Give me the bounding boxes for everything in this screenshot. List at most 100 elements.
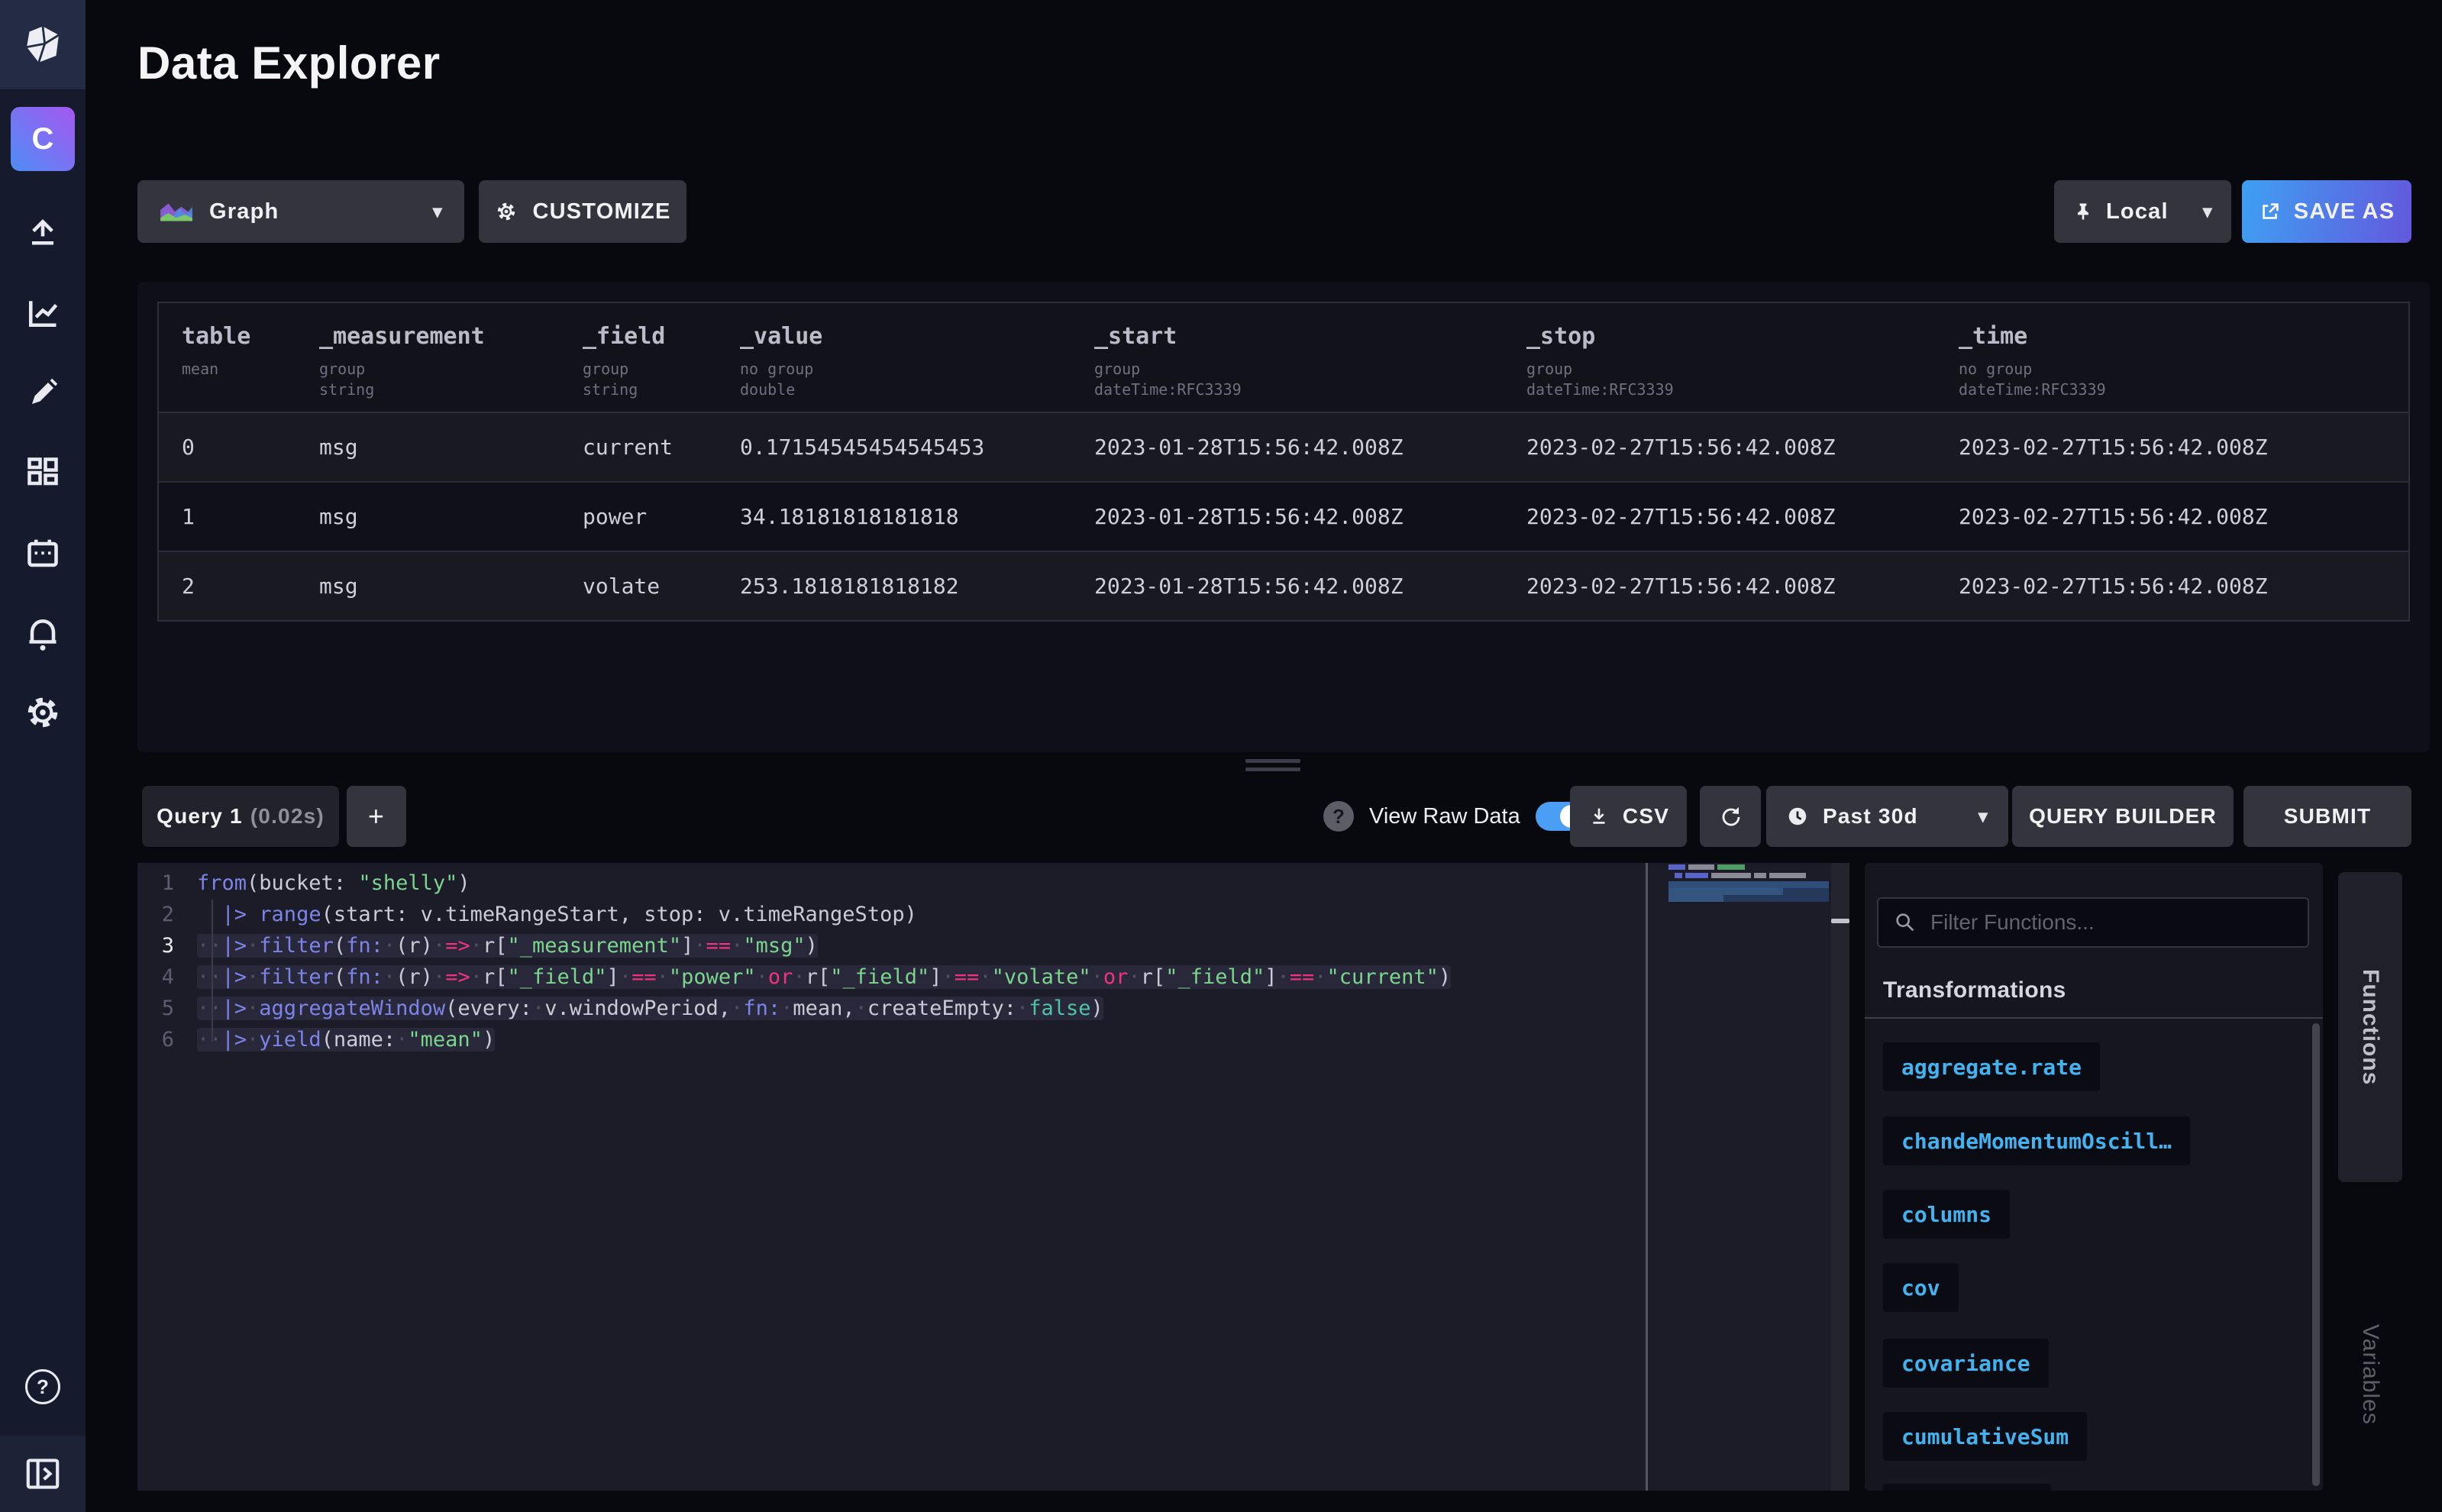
save-as-label: SAVE AS bbox=[2294, 199, 2395, 225]
function-chip[interactable]: columns bbox=[1883, 1190, 2010, 1239]
add-query-button[interactable]: + bbox=[347, 786, 406, 847]
column-header: _startgroupdateTime:RFC3339 bbox=[1094, 323, 1526, 412]
time-range-label: Past 30d bbox=[1823, 804, 1918, 829]
submit-button[interactable]: SUBMIT bbox=[2243, 786, 2411, 847]
sidebar-item-dashboards[interactable] bbox=[21, 451, 64, 494]
functions-scrollbar[interactable] bbox=[2312, 1023, 2320, 1486]
sidebar-item-settings[interactable] bbox=[21, 691, 64, 734]
query-builder-label: QUERY BUILDER bbox=[2029, 804, 2217, 829]
code-line[interactable]: 3··|>·filter(fn:·(r)·=>·r["_measurement"… bbox=[137, 930, 1849, 961]
filter-functions-placeholder: Filter Functions... bbox=[1930, 910, 2095, 935]
upload-icon bbox=[21, 212, 64, 255]
csv-button[interactable]: CSV bbox=[1570, 786, 1687, 847]
raw-table-header: tablemean_measurementgroupstring_fieldgr… bbox=[159, 303, 2408, 412]
pencil-icon bbox=[21, 372, 64, 415]
influxdb-cube-icon bbox=[21, 24, 64, 66]
column-header: tablemean bbox=[182, 323, 319, 412]
raw-table-body: 0msgcurrent0.171545454545454532023-01-28… bbox=[159, 412, 2408, 620]
chevron-down-icon: ▾ bbox=[433, 201, 443, 223]
page-title: Data Explorer bbox=[137, 37, 441, 89]
column-header: _fieldgroupstring bbox=[583, 323, 740, 412]
chevron-down-icon: ▾ bbox=[2203, 201, 2213, 223]
help-button[interactable]: ? bbox=[25, 1369, 60, 1404]
function-chip-partial[interactable] bbox=[1883, 1484, 2051, 1491]
expand-sidebar-button[interactable] bbox=[0, 1436, 86, 1512]
view-type-label: Graph bbox=[209, 199, 279, 225]
tab-functions[interactable]: Functions bbox=[2338, 872, 2402, 1182]
minimap-collapse-handle[interactable] bbox=[1831, 919, 1849, 923]
calendar-icon bbox=[21, 533, 64, 576]
chevron-down-icon: ▾ bbox=[1978, 806, 1988, 828]
tab-variables-label: Variables bbox=[2357, 1324, 2383, 1425]
function-chip[interactable]: aggregate.rate bbox=[1883, 1042, 2100, 1091]
code-line[interactable]: 6··|>·yield(name:·"mean") bbox=[137, 1024, 1849, 1055]
query-builder-button[interactable]: QUERY BUILDER bbox=[2012, 786, 2234, 847]
influxdb-logo[interactable] bbox=[0, 0, 86, 89]
sidebar: C bbox=[0, 0, 86, 1512]
code-line[interactable]: 1from(bucket: "shelly") bbox=[137, 867, 1849, 899]
refresh-icon bbox=[1718, 804, 1743, 829]
submit-label: SUBMIT bbox=[2284, 804, 2372, 829]
editor-splitter[interactable] bbox=[1646, 863, 1648, 1491]
code-line[interactable]: 2 |> range(start: v.timeRangeStart, stop… bbox=[137, 899, 1849, 930]
download-icon bbox=[1588, 805, 1610, 828]
question-icon: ? bbox=[37, 1375, 49, 1399]
raw-data-help-icon[interactable]: ? bbox=[1323, 801, 1354, 832]
query-duration: (0.02s) bbox=[250, 804, 325, 829]
table-row: 1msgpower34.181818181818182023-01-28T15:… bbox=[159, 481, 2408, 551]
export-icon bbox=[2259, 200, 2282, 223]
refresh-button[interactable] bbox=[1700, 786, 1761, 847]
area-chart-icon bbox=[159, 197, 194, 226]
section-divider bbox=[1865, 1017, 2323, 1019]
function-chip[interactable]: chandeMomentumOscill… bbox=[1883, 1116, 2190, 1165]
query-tab[interactable]: Query 1 (0.02s) bbox=[142, 786, 339, 847]
column-header: _stopgroupdateTime:RFC3339 bbox=[1526, 323, 1959, 412]
results-panel: tablemean_measurementgroupstring_fieldgr… bbox=[137, 282, 2430, 752]
sidebar-item-alerts[interactable] bbox=[21, 612, 64, 655]
flux-code-editor[interactable]: 1from(bucket: "shelly")2 |> range(start:… bbox=[137, 863, 1849, 1491]
scope-label: Local bbox=[2106, 199, 2169, 225]
code-lines: 1from(bucket: "shelly")2 |> range(start:… bbox=[137, 863, 1849, 1055]
function-chip[interactable]: covariance bbox=[1883, 1339, 2049, 1388]
customize-button[interactable]: CUSTOMIZE bbox=[479, 180, 686, 243]
view-type-dropdown[interactable]: Graph ▾ bbox=[137, 180, 464, 243]
data-explorer-page: C bbox=[0, 0, 2442, 1512]
code-line[interactable]: 5··|>·aggregateWindow(every:·v.windowPer… bbox=[137, 993, 1849, 1024]
tab-variables[interactable]: Variables bbox=[2338, 1291, 2402, 1459]
clock-icon bbox=[1786, 805, 1809, 828]
filter-functions-input[interactable]: Filter Functions... bbox=[1877, 897, 2309, 948]
line-chart-icon bbox=[21, 292, 64, 334]
expand-sidebar-icon bbox=[23, 1455, 63, 1492]
functions-panel: Filter Functions... Transformations aggr… bbox=[1865, 863, 2323, 1491]
raw-data-table: tablemean_measurementgroupstring_fieldgr… bbox=[157, 302, 2410, 622]
function-chip[interactable]: cov bbox=[1883, 1263, 1959, 1312]
avatar[interactable]: C bbox=[11, 107, 75, 171]
scope-dropdown[interactable]: Local ▾ bbox=[2054, 180, 2231, 243]
sidebar-item-upload[interactable] bbox=[21, 212, 64, 255]
panel-resize-handle[interactable] bbox=[1245, 759, 1300, 776]
view-raw-data-label: View Raw Data bbox=[1369, 804, 1520, 829]
sidebar-item-data-explorer[interactable] bbox=[21, 292, 64, 334]
search-icon bbox=[1894, 911, 1917, 934]
save-as-button[interactable]: SAVE AS bbox=[2242, 180, 2411, 243]
tab-functions-label: Functions bbox=[2357, 969, 2383, 1085]
function-chip[interactable]: cumulativeSum bbox=[1883, 1412, 2087, 1461]
gear-icon bbox=[21, 691, 64, 734]
table-row: 0msgcurrent0.171545454545454532023-01-28… bbox=[159, 412, 2408, 481]
column-header: _valueno groupdouble bbox=[740, 323, 1094, 412]
transformations-section-label: Transformations bbox=[1883, 977, 2066, 1003]
sidebar-item-tasks[interactable] bbox=[21, 533, 64, 576]
time-range-dropdown[interactable]: Past 30d ▾ bbox=[1766, 786, 2008, 847]
pin-icon bbox=[2072, 200, 2094, 223]
customize-label: CUSTOMIZE bbox=[532, 199, 670, 225]
sidebar-item-notebooks[interactable] bbox=[21, 372, 64, 415]
bell-icon bbox=[21, 612, 64, 655]
minimap-scroll-track[interactable] bbox=[1831, 863, 1849, 1491]
code-line[interactable]: 4··|>·filter(fn:·(r)·=>·r["_field"]·==·"… bbox=[137, 961, 1849, 993]
dashboard-grid-icon bbox=[21, 451, 64, 494]
view-raw-data-control: ? View Raw Data bbox=[1323, 786, 1586, 847]
editor-minimap[interactable] bbox=[1668, 863, 1831, 1491]
column-header: _timeno groupdateTime:RFC3339 bbox=[1959, 323, 2408, 412]
column-header: _measurementgroupstring bbox=[319, 323, 583, 412]
gear-icon bbox=[494, 199, 518, 224]
